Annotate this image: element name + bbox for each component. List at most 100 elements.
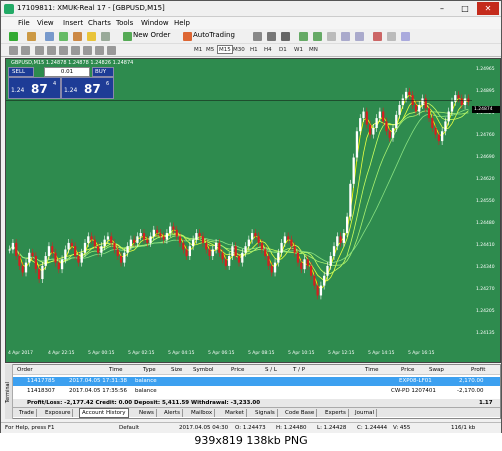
candle-body <box>326 265 329 276</box>
terminal-side-tab[interactable]: Terminal <box>5 364 13 419</box>
tf-w1[interactable]: W1 <box>293 46 304 55</box>
menu-file[interactable]: File <box>18 19 30 27</box>
menu-view[interactable]: View <box>37 19 54 27</box>
col-time[interactable]: Time <box>109 367 122 373</box>
line-chart-icon[interactable] <box>281 32 290 41</box>
autotrading-button[interactable]: AutoTrading <box>193 31 235 39</box>
tab-alerts[interactable]: Alerts <box>162 409 183 417</box>
col-profit[interactable]: Profit <box>471 367 485 373</box>
candle-body <box>460 98 463 105</box>
col-order[interactable]: Order <box>17 367 33 373</box>
tf-d1[interactable]: D1 <box>278 46 288 55</box>
moving-average-line <box>9 108 469 263</box>
arrows-icon[interactable] <box>107 46 116 55</box>
tf-m30[interactable]: M30 <box>232 46 246 55</box>
menu-tools[interactable]: Tools <box>116 19 133 27</box>
col-size[interactable]: Size <box>171 367 182 373</box>
trendline-icon[interactable] <box>59 46 68 55</box>
periods-icon[interactable] <box>387 32 396 41</box>
candle-body <box>103 239 106 247</box>
tab-market[interactable]: Market <box>223 409 247 417</box>
navigator-icon[interactable] <box>73 32 82 41</box>
text-tool-icon[interactable] <box>95 46 104 55</box>
status-profile[interactable]: Default <box>119 425 139 431</box>
col-symbol[interactable]: Symbol <box>193 367 214 373</box>
tf-h1[interactable]: H1 <box>249 46 259 55</box>
menu-charts[interactable]: Charts <box>88 19 111 27</box>
new-chart-icon[interactable] <box>9 32 18 41</box>
channel-icon[interactable] <box>71 46 80 55</box>
tab-news[interactable]: News <box>137 409 157 417</box>
minimize-button[interactable]: – <box>431 2 453 15</box>
tester-icon[interactable] <box>101 32 110 41</box>
tf-m1[interactable]: M1 <box>193 46 203 55</box>
tab-code-base[interactable]: Code Base <box>283 409 318 417</box>
maximize-button[interactable]: □ <box>454 2 476 15</box>
col-tp[interactable]: T / P <box>293 367 305 373</box>
time-tick-label: 5 Apr 14:15 <box>368 351 395 356</box>
tab-account-history[interactable]: Account History <box>79 408 129 418</box>
cursor-icon[interactable] <box>9 46 18 55</box>
col-sl[interactable]: S / L <box>265 367 277 373</box>
col-close-time[interactable]: Time <box>365 367 378 373</box>
tab-trade[interactable]: Trade <box>17 409 38 417</box>
autoscroll-icon[interactable] <box>341 32 350 41</box>
zoom-in-icon[interactable] <box>299 32 308 41</box>
image-caption: 939x819 138kb PNG <box>0 433 502 451</box>
candle-body <box>316 285 319 296</box>
col-swap[interactable]: Swap <box>429 367 444 373</box>
table-row[interactable]: 11417785 2017.04.05 17:31:38 balance EXP… <box>13 377 500 386</box>
row-time: 2017.04.05 17:35:56 <box>69 388 127 394</box>
candle-body <box>224 259 228 266</box>
data-window-icon[interactable] <box>59 32 68 41</box>
price-chart[interactable] <box>6 59 472 348</box>
candle-body <box>18 256 21 266</box>
bar-chart-icon[interactable] <box>253 32 262 41</box>
menu-help[interactable]: Help <box>174 19 190 27</box>
terminal-icon[interactable] <box>87 32 96 41</box>
tf-m5[interactable]: M5 <box>205 46 215 55</box>
tab-experts[interactable]: Experts <box>323 409 349 417</box>
col-price[interactable]: Price <box>231 367 244 373</box>
tf-h4[interactable]: H4 <box>263 46 273 55</box>
tile-windows-icon[interactable] <box>327 32 336 41</box>
candle-body <box>188 246 191 257</box>
col-close-price[interactable]: Price <box>401 367 414 373</box>
table-row[interactable]: 11418307 2017.04.05 17:35:56 balance CW-… <box>13 387 500 396</box>
candle-body <box>74 246 77 257</box>
tf-mn[interactable]: MN <box>308 46 319 55</box>
crosshair-icon[interactable] <box>21 46 30 55</box>
candle-body <box>83 242 87 253</box>
zoom-out-icon[interactable] <box>313 32 322 41</box>
market-watch-icon[interactable] <box>45 32 54 41</box>
time-scale: 4 Apr 2017 4 Apr 22:15 5 Apr 00:15 5 Apr 02… <box>6 349 472 361</box>
price-tick-label: 1.24965 <box>476 67 495 72</box>
candle-body <box>113 242 116 250</box>
close-button[interactable]: ✕ <box>477 2 499 15</box>
candle-body <box>116 249 119 257</box>
profiles-icon[interactable] <box>27 32 36 41</box>
col-type[interactable]: Type <box>143 367 156 373</box>
menu-insert[interactable]: Insert <box>63 19 83 27</box>
chart-shift-icon[interactable] <box>355 32 364 41</box>
candle-body <box>110 236 113 243</box>
tab-mailbox[interactable]: Mailbox <box>189 409 216 417</box>
fibonacci-icon[interactable] <box>83 46 92 55</box>
candles-icon[interactable] <box>267 32 276 41</box>
candle-body <box>293 246 296 253</box>
new-order-button[interactable]: New Order <box>133 31 170 39</box>
indicators-icon[interactable] <box>373 32 382 41</box>
templates-icon[interactable] <box>401 32 410 41</box>
status-help: For Help, press F1 <box>5 425 55 431</box>
horizontal-line-icon[interactable] <box>47 46 56 55</box>
profit-summary: Profit/Loss: -2,177.42 Credit: 0.00 Depo… <box>27 400 261 406</box>
candle-body <box>280 242 283 253</box>
tab-journal[interactable]: Journal <box>353 409 378 417</box>
tf-m15[interactable]: M15 <box>217 45 233 54</box>
tab-signals[interactable]: Signals <box>253 409 278 417</box>
status-open: O: 1.24473 <box>235 425 266 431</box>
menu-window[interactable]: Window <box>141 19 169 27</box>
vertical-line-icon[interactable] <box>35 46 44 55</box>
tab-exposure[interactable]: Exposure <box>43 409 74 417</box>
candle-body <box>375 118 378 128</box>
